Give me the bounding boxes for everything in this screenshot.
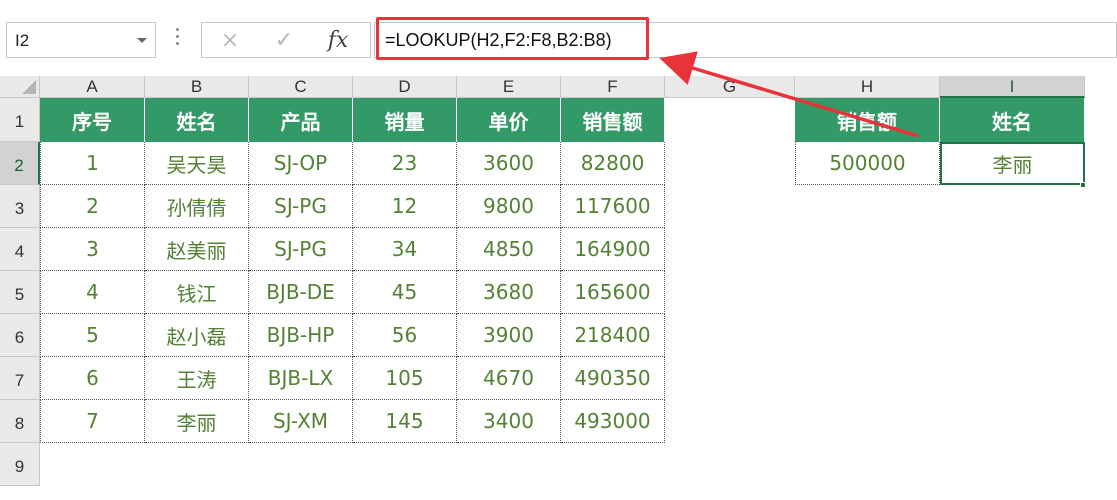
row-header-1[interactable]: 1 xyxy=(0,98,40,142)
column-header-a[interactable]: A xyxy=(40,76,145,98)
table-cell[interactable]: BJB-HP xyxy=(249,314,353,357)
name-box[interactable]: I2 xyxy=(6,22,156,58)
table-cell[interactable]: SJ-PG xyxy=(249,185,353,228)
table-cell[interactable]: 赵美丽 xyxy=(145,228,249,271)
table-cell[interactable]: 165600 xyxy=(561,271,665,314)
table-cell[interactable]: 3680 xyxy=(457,271,561,314)
table-cell[interactable]: 王涛 xyxy=(145,357,249,400)
table-cell[interactable]: BJB-LX xyxy=(249,357,353,400)
formula-highlight-box xyxy=(376,17,649,60)
table-cell[interactable]: 164900 xyxy=(561,228,665,271)
table-cell[interactable]: 4 xyxy=(40,271,145,314)
row-header-3[interactable]: 3 xyxy=(0,185,40,228)
select-all-triangle-icon xyxy=(22,80,36,94)
lookup-value-cell[interactable]: 500000 xyxy=(795,142,940,185)
table-cell[interactable]: 145 xyxy=(353,400,457,443)
row-header-7[interactable]: 7 xyxy=(0,357,40,400)
table-cell[interactable]: 82800 xyxy=(561,142,665,185)
select-all-corner[interactable] xyxy=(0,76,40,98)
formula-bar: I2 × ✓ fx =LOOKUP(H2,F2:F8,B2:B8) xyxy=(0,0,1117,76)
name-box-value: I2 xyxy=(15,31,30,50)
table-cell[interactable]: 李丽 xyxy=(145,400,249,443)
table-cell[interactable]: 9800 xyxy=(457,185,561,228)
table-cell[interactable]: 吴天昊 xyxy=(145,142,249,185)
lookup-header-cell[interactable]: 销售额 xyxy=(795,98,940,142)
table-cell[interactable]: 6 xyxy=(40,357,145,400)
table-cell[interactable]: 3400 xyxy=(457,400,561,443)
table-header-cell[interactable]: 产品 xyxy=(249,98,353,142)
grip-icon[interactable] xyxy=(176,28,180,50)
table-cell[interactable]: 3900 xyxy=(457,314,561,357)
column-header-e[interactable]: E xyxy=(457,76,561,98)
row-header-8[interactable]: 8 xyxy=(0,400,40,443)
row-header-5[interactable]: 5 xyxy=(0,271,40,314)
table-cell[interactable]: 34 xyxy=(353,228,457,271)
column-header-c[interactable]: C xyxy=(249,76,353,98)
table-cell[interactable]: 孙倩倩 xyxy=(145,185,249,228)
column-header-i[interactable]: I xyxy=(940,76,1085,98)
row-header-2[interactable]: 2 xyxy=(0,142,40,185)
column-header-h[interactable]: H xyxy=(795,76,940,98)
row-header-6[interactable]: 6 xyxy=(0,314,40,357)
table-cell[interactable]: 2 xyxy=(40,185,145,228)
table-cell[interactable]: 23 xyxy=(353,142,457,185)
table-cell[interactable]: 218400 xyxy=(561,314,665,357)
table-cell[interactable]: 5 xyxy=(40,314,145,357)
table-header-cell[interactable]: 销量 xyxy=(353,98,457,142)
column-header-g[interactable]: G xyxy=(665,76,795,98)
column-header-f[interactable]: F xyxy=(561,76,665,98)
table-cell[interactable]: 56 xyxy=(353,314,457,357)
table-cell[interactable]: 117600 xyxy=(561,185,665,228)
table-cell[interactable]: 1 xyxy=(40,142,145,185)
table-cell[interactable]: 钱江 xyxy=(145,271,249,314)
table-header-cell[interactable]: 姓名 xyxy=(145,98,249,142)
table-header-cell[interactable]: 单价 xyxy=(457,98,561,142)
table-cell[interactable]: 12 xyxy=(353,185,457,228)
lookup-header-cell[interactable]: 姓名 xyxy=(940,98,1085,142)
active-cell-i2[interactable]: 李丽 xyxy=(940,142,1085,185)
table-cell[interactable]: 4670 xyxy=(457,357,561,400)
table-cell[interactable]: 7 xyxy=(40,400,145,443)
row-header-9[interactable]: 9 xyxy=(0,443,40,486)
cancel-icon[interactable]: × xyxy=(210,27,250,55)
chevron-down-icon[interactable] xyxy=(137,38,147,43)
table-header-cell[interactable]: 序号 xyxy=(40,98,145,142)
table-cell[interactable]: SJ-PG xyxy=(249,228,353,271)
table-cell[interactable]: SJ-XM xyxy=(249,400,353,443)
checkmark-icon[interactable]: ✓ xyxy=(264,27,304,55)
insert-function-icon[interactable]: fx xyxy=(318,27,358,55)
formula-buttons: × ✓ fx xyxy=(201,22,371,58)
table-cell[interactable]: 105 xyxy=(353,357,457,400)
table-cell[interactable]: 493000 xyxy=(561,400,665,443)
column-header-d[interactable]: D xyxy=(353,76,457,98)
table-cell[interactable]: 3 xyxy=(40,228,145,271)
column-header-b[interactable]: B xyxy=(145,76,249,98)
table-cell[interactable]: 490350 xyxy=(561,357,665,400)
row-header-4[interactable]: 4 xyxy=(0,228,40,271)
table-cell[interactable]: 赵小磊 xyxy=(145,314,249,357)
table-cell[interactable]: SJ-OP xyxy=(249,142,353,185)
fill-handle[interactable] xyxy=(1080,182,1086,188)
table-cell[interactable]: 3600 xyxy=(457,142,561,185)
table-cell[interactable]: 45 xyxy=(353,271,457,314)
table-cell[interactable]: BJB-DE xyxy=(249,271,353,314)
table-cell[interactable]: 4850 xyxy=(457,228,561,271)
table-header-cell[interactable]: 销售额 xyxy=(561,98,665,142)
